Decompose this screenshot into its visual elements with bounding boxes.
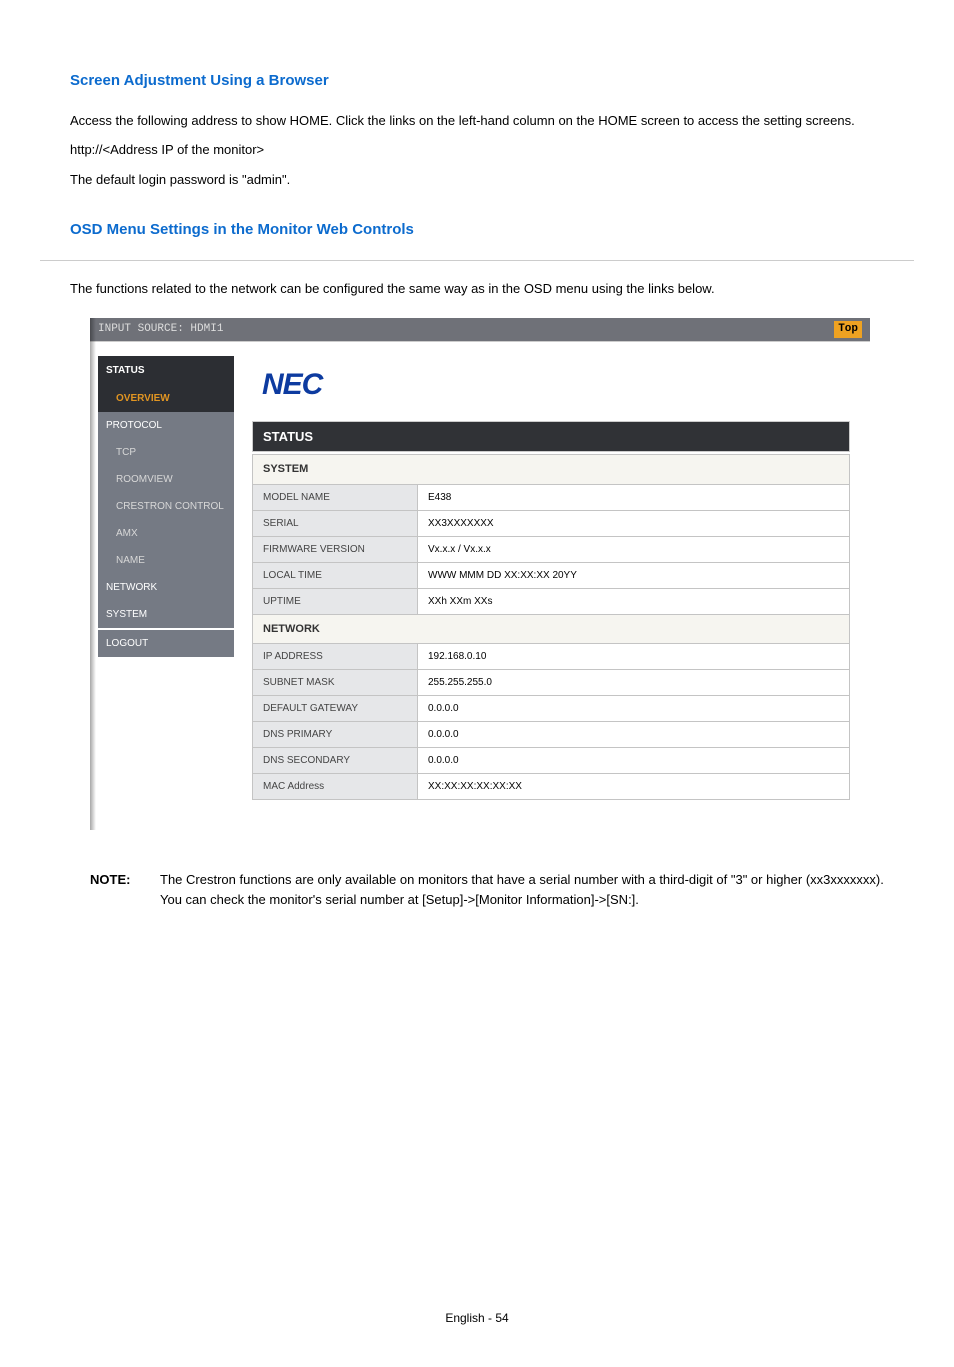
row-value: Vx.x.x / Vx.x.x (418, 536, 850, 562)
row-value: WWW MMM DD XX:XX:XX 20YY (418, 562, 850, 588)
sidebar-item-status[interactable]: STATUS (98, 356, 234, 385)
table-row: MODEL NAMEE438 (253, 484, 850, 510)
section-osd-intro: The functions related to the network can… (70, 279, 884, 299)
table-row: FIRMWARE VERSIONVx.x.x / Vx.x.x (253, 536, 850, 562)
sidebar: STATUS OVERVIEW PROTOCOL TCP ROOMVIEW CR… (90, 342, 242, 831)
sidebar-item-tcp[interactable]: TCP (98, 439, 234, 466)
row-label: DEFAULT GATEWAY (253, 696, 418, 722)
heading-screen-adjustment: Screen Adjustment Using a Browser (70, 70, 884, 93)
table-row: MAC AddressXX:XX:XX:XX:XX:XX (253, 774, 850, 800)
sidebar-item-logout[interactable]: LOGOUT (98, 630, 234, 657)
sidebar-item-overview[interactable]: OVERVIEW (98, 385, 234, 412)
panel-body: STATUS OVERVIEW PROTOCOL TCP ROOMVIEW CR… (90, 342, 870, 831)
para-osd-intro: The functions related to the network can… (70, 279, 884, 299)
row-label: DNS SECONDARY (253, 748, 418, 774)
note-line2: You can check the monitor's serial numbe… (160, 892, 639, 907)
shadow-strip (90, 318, 96, 830)
table-row: DNS SECONDARY0.0.0.0 (253, 748, 850, 774)
row-label: FIRMWARE VERSION (253, 536, 418, 562)
row-label: MODEL NAME (253, 484, 418, 510)
table-row: SUBNET MASK255.255.255.0 (253, 670, 850, 696)
topbar: INPUT SOURCE: HDMI1 Top (90, 318, 870, 342)
row-value: E438 (418, 484, 850, 510)
note-label: NOTE: (90, 870, 160, 909)
sidebar-item-protocol[interactable]: PROTOCOL (98, 412, 234, 439)
sidebar-item-crestron[interactable]: CRESTRON CONTROL (98, 493, 234, 520)
system-table: SYSTEM MODEL NAMEE438 SERIALXX3XXXXXXX F… (252, 454, 850, 800)
row-label: UPTIME (253, 588, 418, 614)
para-url: http://<Address IP of the monitor> (70, 140, 884, 160)
row-value: XXh XXm XXs (418, 588, 850, 614)
table-row: DNS PRIMARY0.0.0.0 (253, 722, 850, 748)
row-value: 0.0.0.0 (418, 722, 850, 748)
sidebar-item-amx[interactable]: AMX (98, 520, 234, 547)
table-row: UPTIMEXXh XXm XXs (253, 588, 850, 614)
nec-logo: NEC (262, 368, 322, 401)
note-block: NOTE: The Crestron functions are only av… (90, 870, 884, 909)
row-label: LOCAL TIME (253, 562, 418, 588)
section-osd-settings: OSD Menu Settings in the Monitor Web Con… (70, 219, 884, 242)
row-label: MAC Address (253, 774, 418, 800)
page-footer: English - 54 (40, 1309, 914, 1327)
heading-osd-settings: OSD Menu Settings in the Monitor Web Con… (70, 219, 884, 242)
row-value: 192.168.0.10 (418, 644, 850, 670)
section-screen-adjustment: Screen Adjustment Using a Browser Access… (70, 70, 884, 189)
network-section-header: NETWORK (253, 614, 850, 644)
top-link[interactable]: Top (834, 321, 862, 338)
status-header: STATUS (252, 421, 850, 453)
note-line1: The Crestron functions are only availabl… (160, 872, 884, 887)
row-label: SERIAL (253, 510, 418, 536)
sidebar-item-system[interactable]: SYSTEM (98, 601, 234, 628)
para-access-address: Access the following address to show HOM… (70, 111, 884, 131)
sidebar-item-network[interactable]: NETWORK (98, 574, 234, 601)
main-area: NEC STATUS SYSTEM MODEL NAMEE438 SERIALX… (242, 342, 870, 831)
row-value: 0.0.0.0 (418, 748, 850, 774)
row-value: 0.0.0.0 (418, 696, 850, 722)
row-label: IP ADDRESS (253, 644, 418, 670)
table-row: LOCAL TIMEWWW MMM DD XX:XX:XX 20YY (253, 562, 850, 588)
section-divider (40, 260, 914, 261)
row-value: 255.255.255.0 (418, 670, 850, 696)
system-section-header: SYSTEM (253, 455, 850, 485)
row-value: XX:XX:XX:XX:XX:XX (418, 774, 850, 800)
table-row: SERIALXX3XXXXXXX (253, 510, 850, 536)
sidebar-item-roomview[interactable]: ROOMVIEW (98, 466, 234, 493)
table-row: IP ADDRESS192.168.0.10 (253, 644, 850, 670)
web-control-screenshot: INPUT SOURCE: HDMI1 Top STATUS OVERVIEW … (90, 318, 870, 830)
table-row: DEFAULT GATEWAY0.0.0.0 (253, 696, 850, 722)
para-password: The default login password is "admin". (70, 170, 884, 190)
input-source-label: INPUT SOURCE: HDMI1 (98, 321, 223, 338)
row-label: SUBNET MASK (253, 670, 418, 696)
logo-wrap: NEC (252, 350, 850, 421)
row-value: XX3XXXXXXX (418, 510, 850, 536)
row-label: DNS PRIMARY (253, 722, 418, 748)
sidebar-item-name[interactable]: NAME (98, 547, 234, 574)
note-text: The Crestron functions are only availabl… (160, 870, 884, 909)
